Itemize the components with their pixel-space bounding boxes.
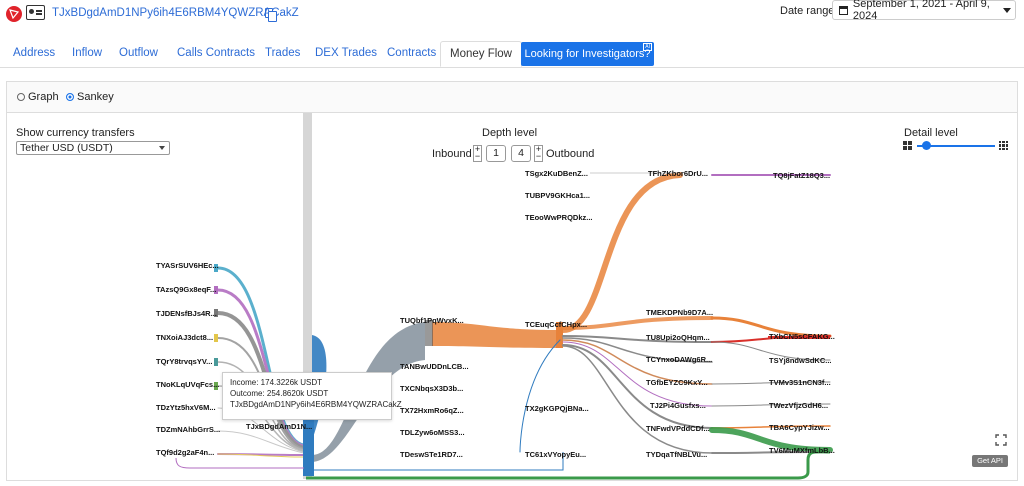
node-label[interactable]: TCYnxoDAWg6R... [646, 355, 712, 364]
address-card-icon [26, 5, 45, 20]
ai-badge: AI [643, 43, 652, 51]
node-label[interactable]: TDLZyw6oMSS3... [400, 428, 465, 437]
node-label[interactable]: TQ8jFatZ18Q3... [773, 171, 830, 180]
address-text[interactable]: TJxBDgdAmD1NPy6ih4E6RBM4YQWZRACakZ [52, 7, 299, 19]
node-label[interactable]: TFhZKbor6DrU... [648, 169, 708, 178]
radio-unchecked-icon [17, 93, 25, 101]
node-label[interactable]: TNoKLqUVqFcs... [156, 380, 219, 389]
tab-dex-trades[interactable]: DEX Trades [315, 47, 377, 59]
copy-icon[interactable] [265, 8, 277, 22]
sankey-radio[interactable]: Sankey [66, 91, 114, 103]
tab-outflow[interactable]: Outflow [119, 47, 158, 59]
tron-logo-icon [6, 6, 22, 22]
node-label[interactable]: TU8Upi2oQHqm... [646, 333, 710, 342]
node-label[interactable]: TDeswSTe1RD7... [400, 450, 463, 459]
date-range-label: Date range [780, 5, 835, 17]
node-label[interactable]: TWezVfjzGdH6... [769, 401, 828, 410]
node-label-main[interactable]: TJxBDgdAmD1N... [246, 422, 312, 431]
node-label[interactable]: TSYj8ndwSdKC... [769, 356, 832, 365]
radio-checked-icon [66, 93, 74, 101]
return-loop-purple [175, 457, 304, 469]
node-label[interactable]: TBA6CypYJizw... [769, 423, 830, 432]
node-label[interactable]: TEooWwPRQDkz... [525, 213, 593, 222]
node-label[interactable]: TNXoiAJ3dct8... [156, 333, 213, 342]
looking-for-investigators-button[interactable]: Looking for Investigators? AI [521, 42, 654, 66]
node-label[interactable]: TDZmNAhbGrrS... [156, 425, 220, 434]
inbound-node-bars [214, 264, 218, 390]
node-label[interactable]: TJ2Pi4Gusfxs... [650, 401, 706, 410]
node-label[interactable]: TUBPV9GKHca1... [525, 191, 590, 200]
node-label[interactable]: TYDqaTfNBLVu... [646, 450, 707, 459]
node-tooltip: Income: 174.3226k USDT Outcome: 254.8620… [222, 372, 402, 420]
calendar-icon [839, 5, 848, 15]
node-label[interactable]: TDzYtz5hxV6M... [156, 403, 216, 412]
tooltip-outcome: Outcome: 254.8620k USDT [230, 389, 329, 398]
tab-calls-contracts[interactable]: Calls Contracts [177, 47, 255, 59]
tooltip-address: TJxBDgdAmD1NPy6ih4E6RBM4YQWZRACakZ [230, 400, 402, 409]
tab-money-flow[interactable]: Money Flow [440, 41, 522, 67]
node-label[interactable]: TV6MuMXfmLbB... [769, 446, 835, 455]
tab-inflow[interactable]: Inflow [72, 47, 102, 59]
node-label[interactable]: TMEKDPNb9D7A... [646, 308, 713, 317]
node-label[interactable]: TSgx2KuDBenZ... [525, 169, 588, 178]
fullscreen-icon[interactable] [995, 434, 1007, 446]
node-label[interactable]: TUQbf1PqWvxK... [400, 316, 464, 325]
node-label[interactable]: TGfbEYZC9KxY... [646, 378, 708, 387]
tab-trades[interactable]: Trades [265, 47, 300, 59]
chevron-down-icon [1003, 8, 1011, 13]
node-label[interactable]: TCEuqCcfCHpx... [525, 320, 587, 329]
node-label[interactable]: TJDENsfBJs4R... [156, 309, 217, 318]
node-label[interactable]: TQrY8trvqsYV... [156, 357, 212, 366]
sankey-radio-label: Sankey [77, 91, 114, 103]
get-api-button[interactable]: Get API [972, 455, 1008, 467]
sankey-diagram [175, 113, 833, 480]
node-label[interactable]: TX2gKGPQjBNa... [525, 404, 589, 413]
view-mode-bar: Graph Sankey [7, 82, 1017, 113]
graph-radio-label: Graph [28, 91, 59, 103]
node-label[interactable]: TXCNbqsX3D3b... [400, 384, 463, 393]
node-label[interactable]: TC61xVYopyEu... [525, 450, 586, 459]
node-label[interactable]: TX72HxmRo6qZ... [400, 406, 464, 415]
tooltip-income: Income: 174.3226k USDT [230, 378, 323, 387]
investigators-button-label: Looking for Investigators? [524, 48, 651, 60]
tab-contracts[interactable]: Contracts [387, 47, 436, 59]
level3-links [709, 173, 833, 454]
tab-address[interactable]: Address [13, 47, 55, 59]
node-label[interactable]: TQf9d2g2aF4n... [156, 448, 214, 457]
node-label[interactable]: TVMv3S1nCN3f... [769, 378, 831, 387]
tab-bar: Address Inflow Outflow Calls Contracts T… [0, 41, 1024, 68]
node-label[interactable]: TYASrSUV6HEc... [156, 261, 219, 270]
node-label[interactable]: TANBwUDDnLCB... [400, 362, 469, 371]
date-range-select[interactable]: September 1, 2021 - April 9, 2024 [832, 0, 1016, 22]
node-label[interactable]: TXbCN5sCFAKG... [769, 332, 835, 341]
node-label[interactable]: TNFwdVPddCDf... [646, 424, 710, 433]
node-label[interactable]: TAzsQ9Gx8eqF... [156, 285, 216, 294]
date-range-value: September 1, 2021 - April 9, 2024 [852, 0, 990, 22]
graph-radio[interactable]: Graph [17, 91, 59, 103]
